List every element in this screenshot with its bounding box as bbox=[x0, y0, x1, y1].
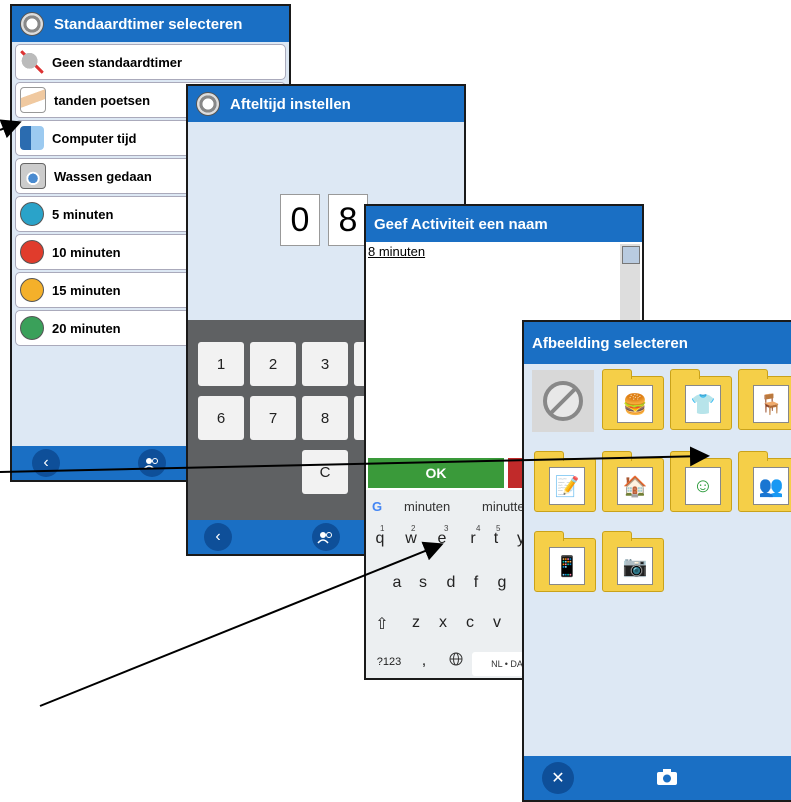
smiley-icon: ☺ bbox=[685, 467, 721, 505]
washing-machine-icon bbox=[20, 163, 46, 189]
key-6[interactable]: 6 bbox=[198, 396, 244, 440]
image-select-titlebar: Afbeelding selecteren bbox=[524, 322, 791, 364]
key-7[interactable]: 7 bbox=[250, 396, 296, 440]
key-s[interactable]: s bbox=[413, 574, 433, 592]
key-r[interactable]: r bbox=[463, 530, 483, 548]
folder-furniture-icon[interactable]: 🪑 bbox=[738, 369, 791, 430]
key-2[interactable]: 2 bbox=[250, 342, 296, 386]
key-clear[interactable]: C bbox=[302, 450, 348, 494]
speaker-person-icon[interactable] bbox=[622, 246, 640, 264]
no-timer-icon bbox=[20, 50, 44, 74]
places-icon: 🏠 bbox=[617, 467, 653, 505]
furniture-icon: 🪑 bbox=[753, 385, 789, 423]
folder-photos-icon[interactable]: 📷 bbox=[602, 531, 664, 592]
key-w[interactable]: w bbox=[401, 530, 421, 548]
name-activity-title: Geef Activiteit een naam bbox=[374, 215, 548, 233]
folder-emotions-icon[interactable]: ☺ bbox=[670, 451, 732, 512]
image-select-window: Afbeelding selecteren 🍔 👕 🪑 📝 🏠 ☺ 👥 📱 📷 … bbox=[522, 320, 791, 802]
image-select-title: Afbeelding selecteren bbox=[532, 334, 688, 352]
no-image-icon bbox=[543, 381, 583, 421]
camera-icon[interactable] bbox=[656, 768, 678, 791]
countdown-title: Afteltijd instellen bbox=[230, 95, 351, 113]
shift-key[interactable]: ⇧ bbox=[372, 614, 392, 634]
color-dot-icon bbox=[20, 240, 44, 264]
clock-icon bbox=[20, 12, 44, 36]
key-e[interactable]: e bbox=[432, 530, 452, 548]
person-icon[interactable] bbox=[312, 523, 340, 551]
key-z[interactable]: z bbox=[406, 614, 426, 632]
folder-clothing-icon[interactable]: 👕 bbox=[670, 369, 732, 430]
list-item-label: 10 minuten bbox=[52, 244, 121, 260]
key-f[interactable]: f bbox=[466, 574, 486, 592]
list-item-label: tanden poetsen bbox=[54, 92, 151, 108]
people-icon: 👥 bbox=[753, 467, 789, 505]
timer-select-titlebar: Standaardtimer selecteren bbox=[12, 6, 289, 42]
clock-icon bbox=[196, 92, 220, 116]
list-item-label: Computer tijd bbox=[52, 130, 137, 146]
list-item-label: 5 minuten bbox=[52, 206, 114, 222]
globe-icon[interactable] bbox=[446, 652, 466, 671]
toothbrush-icon bbox=[20, 87, 46, 113]
folder-school-icon[interactable]: 📝 bbox=[534, 451, 596, 512]
folder-people-icon[interactable]: 👥 bbox=[738, 451, 791, 512]
person-icon[interactable] bbox=[138, 449, 166, 477]
list-item-label: 15 minuten bbox=[52, 282, 121, 298]
list-item-label: 20 minuten bbox=[52, 320, 121, 336]
school-icon: 📝 bbox=[549, 467, 585, 505]
key-x[interactable]: x bbox=[433, 614, 453, 632]
timer-select-title: Standaardtimer selecteren bbox=[54, 15, 243, 33]
list-item-label: Geen standaardtimer bbox=[52, 54, 183, 70]
camera-photo-icon: 📷 bbox=[617, 547, 653, 585]
color-dot-icon bbox=[20, 202, 44, 226]
digit-tens[interactable]: 0 bbox=[280, 194, 320, 246]
list-item-no-timer[interactable]: Geen standaardtimer bbox=[15, 44, 286, 80]
digit-ones[interactable]: 8 bbox=[328, 194, 368, 246]
key-a[interactable]: a bbox=[387, 574, 407, 592]
clothing-icon: 👕 bbox=[685, 385, 721, 423]
color-dot-icon bbox=[20, 316, 44, 340]
back-button[interactable]: ‹ bbox=[204, 523, 232, 551]
activity-name-text: 8 minuten bbox=[368, 244, 426, 259]
image-select-bottombar: ✕ bbox=[524, 756, 791, 800]
tablet-icon: 📱 bbox=[549, 547, 585, 585]
close-button[interactable]: ✕ bbox=[542, 762, 574, 794]
key-q[interactable]: q bbox=[370, 530, 390, 548]
suggestion-1[interactable]: minuten bbox=[404, 494, 450, 518]
comma-key[interactable]: , bbox=[414, 652, 434, 670]
symbols-key[interactable]: ?123 bbox=[374, 656, 404, 668]
key-v[interactable]: v bbox=[487, 614, 507, 632]
key-t[interactable]: t bbox=[486, 530, 506, 548]
key-g[interactable]: g bbox=[492, 574, 512, 592]
key-1[interactable]: 1 bbox=[198, 342, 244, 386]
ok-button[interactable]: OK bbox=[368, 458, 504, 488]
food-care-icon: 🍔 bbox=[617, 385, 653, 423]
computer-icon bbox=[20, 126, 44, 150]
folder-food-icon[interactable]: 🍔 bbox=[602, 369, 664, 430]
key-c[interactable]: c bbox=[460, 614, 480, 632]
back-button[interactable]: ‹ bbox=[32, 449, 60, 477]
key-8[interactable]: 8 bbox=[302, 396, 348, 440]
google-icon[interactable]: G bbox=[372, 494, 382, 518]
list-item-label: Wassen gedaan bbox=[54, 168, 152, 184]
name-activity-titlebar: Geef Activiteit een naam bbox=[366, 206, 642, 242]
key-d[interactable]: d bbox=[441, 574, 461, 592]
countdown-titlebar: Afteltijd instellen bbox=[188, 86, 464, 122]
no-image-tile[interactable] bbox=[532, 370, 594, 432]
color-dot-icon bbox=[20, 278, 44, 302]
folder-places-icon[interactable]: 🏠 bbox=[602, 451, 664, 512]
key-3[interactable]: 3 bbox=[302, 342, 348, 386]
folder-documents-icon[interactable]: 📱 bbox=[534, 531, 596, 592]
